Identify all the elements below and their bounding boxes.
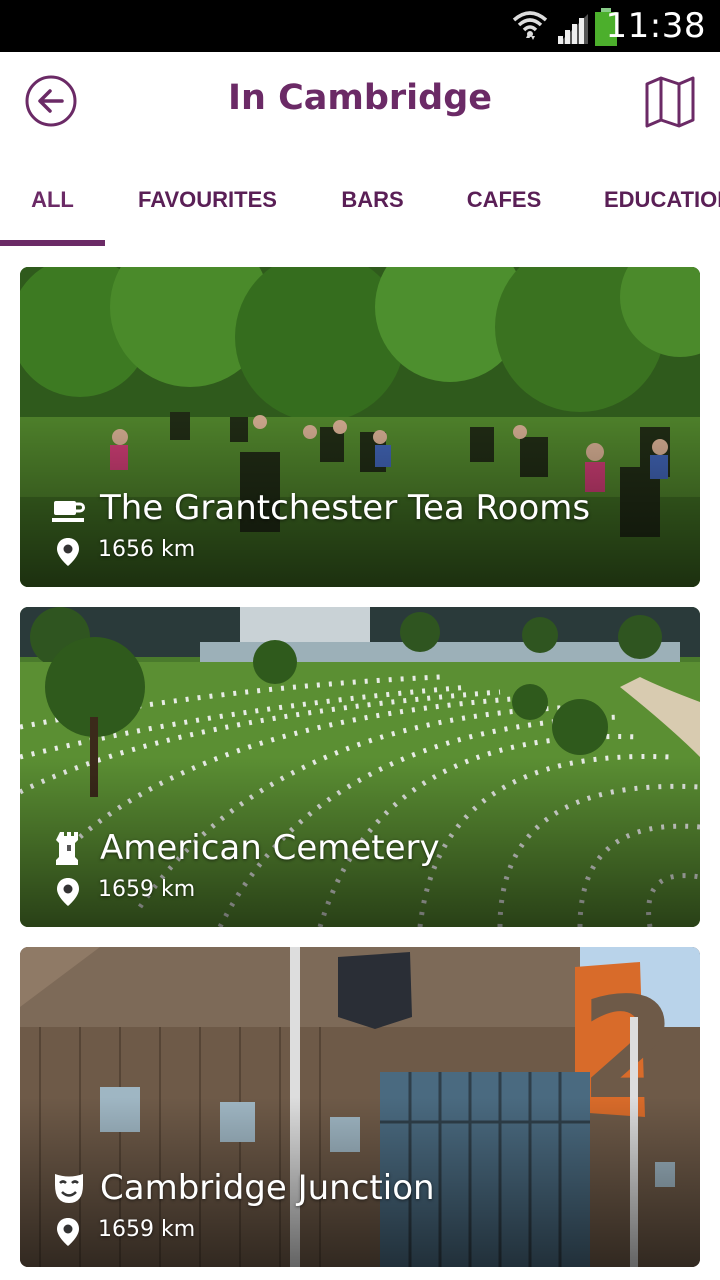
place-card[interactable]: The Grantchester Tea Rooms 1656 km: [20, 267, 700, 587]
map-icon[interactable]: [642, 74, 698, 128]
place-card[interactable]: 2 Cambridge Junction 1659 km: [20, 947, 700, 1267]
tab-favourites[interactable]: FAVOURITES: [130, 148, 285, 248]
theatre-mask-icon: [55, 1174, 83, 1203]
place-distance: 1659 km: [98, 877, 196, 902]
tab-all[interactable]: ALL: [0, 148, 105, 248]
cafe-cup-icon: [52, 501, 85, 522]
location-pin-icon: [57, 538, 79, 566]
status-bar: 11:38: [0, 0, 720, 52]
category-tabs: ALL FAVOURITES BARS CAFES EDUCATION: [0, 148, 720, 248]
active-tab-indicator: [0, 240, 105, 246]
wifi-icon: [512, 11, 548, 40]
place-distance: 1659 km: [98, 1217, 196, 1242]
location-pin-icon: [57, 1218, 79, 1246]
location-pin-icon: [57, 878, 79, 906]
signal-icon: [558, 14, 588, 44]
app-header: In Cambridge: [0, 52, 720, 148]
status-time: 11:38: [605, 6, 706, 46]
place-name: Cambridge Junction: [100, 1168, 435, 1208]
page-title: In Cambridge: [227, 78, 493, 118]
tower-icon: [56, 832, 78, 865]
place-distance: 1656 km: [98, 537, 196, 562]
place-name: American Cemetery: [100, 828, 440, 868]
tab-bars[interactable]: BARS: [330, 148, 415, 248]
place-card[interactable]: American Cemetery 1659 km: [20, 607, 700, 927]
tab-cafes[interactable]: CAFES: [455, 148, 553, 248]
place-name: The Grantchester Tea Rooms: [100, 488, 591, 528]
tab-education[interactable]: EDUCATION: [604, 148, 720, 248]
